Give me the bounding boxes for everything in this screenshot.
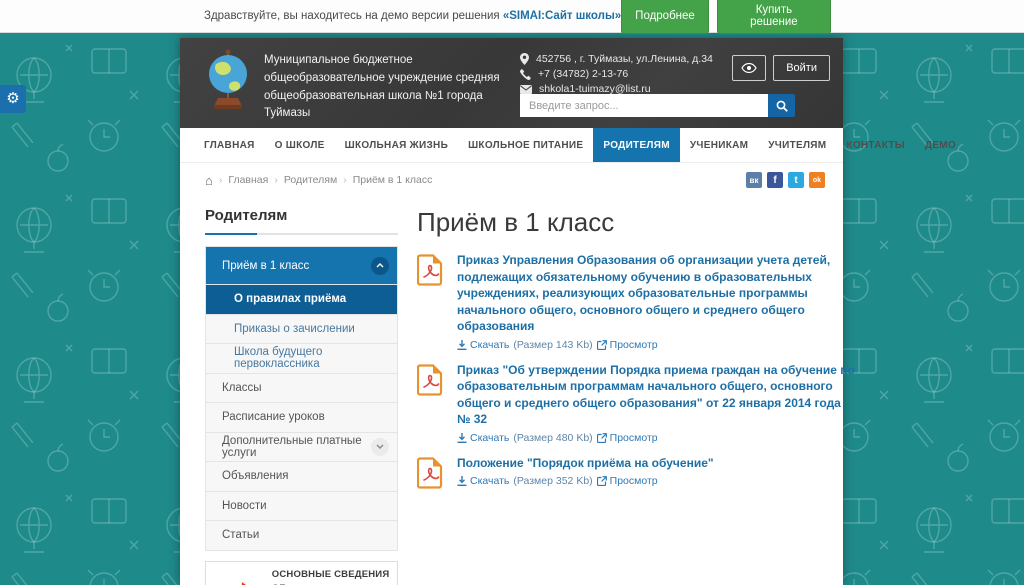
buy-button[interactable]: Купить решение	[717, 0, 831, 34]
sidebar-item-obyavleniya[interactable]: Объявления	[206, 462, 397, 492]
map-pin-icon	[520, 53, 529, 65]
email-icon	[520, 85, 532, 94]
view-link[interactable]: Просмотр	[597, 432, 658, 444]
search-icon	[776, 100, 788, 112]
breadcrumb-glavnaya[interactable]: Главная	[228, 174, 268, 186]
red-arrow-icon	[214, 581, 262, 585]
sidebar-item-prikazy-o-zachislenii[interactable]: Приказы о зачислении	[206, 315, 397, 345]
sidebar-item-dop-platnye-uslugi[interactable]: Дополнительные платные услуги	[206, 433, 397, 463]
vk-icon[interactable]: вк	[746, 172, 762, 188]
sidebar-title: Родителям	[205, 207, 398, 224]
external-link-icon	[597, 433, 607, 443]
content-area: ⌂ › Главная › Родителям › Приём в 1 клас…	[180, 163, 843, 585]
demo-greeting: Здравствуйте, вы находитесь на демо верс…	[204, 10, 621, 22]
document-size: (Размер 352 Kb)	[513, 475, 592, 487]
document-title[interactable]: Приказ Управления Образования об организ…	[457, 252, 857, 335]
download-icon	[457, 433, 467, 443]
school-address: 452756 , г. Туймазы, ул.Ленина, д.34	[536, 53, 713, 65]
school-phone: +7 (34782) 2-13-76	[538, 68, 628, 80]
twitter-icon[interactable]: t	[788, 172, 804, 188]
document-item: Положение "Порядок приёма на обучение" С…	[417, 455, 857, 494]
school-logo-globe[interactable]	[204, 48, 252, 115]
search-button[interactable]	[768, 94, 795, 117]
more-button[interactable]: Подробнее	[621, 0, 709, 34]
login-button[interactable]: Войти	[773, 55, 830, 81]
download-link[interactable]: Скачать	[457, 432, 509, 444]
sidebar-item-priem-v-1-klass[interactable]: Приём в 1 класс	[206, 247, 397, 285]
document-size: (Размер 480 Kb)	[513, 432, 592, 444]
phone-icon	[520, 69, 531, 80]
nav-item-demo[interactable]: ДЕМО	[915, 128, 966, 162]
settings-gear-button[interactable]: ⚙	[0, 85, 26, 113]
org-info-banner-text: ОСНОВНЫЕ СВЕДЕНИЯ ОБ ОБРАЗОВАТЕЛЬНОЙ ОРГ…	[272, 568, 391, 585]
nav-item-uchenikam[interactable]: УЧЕНИКАМ	[680, 128, 758, 162]
document-item: Приказ "Об утверждении Порядка приема гр…	[417, 362, 857, 444]
pdf-file-icon	[417, 254, 443, 351]
sidebar-title-rule	[205, 233, 398, 235]
sidebar: Родителям Приём в 1 класс О правилах при…	[205, 197, 398, 585]
sidebar-item-shkola-pervoklassnika[interactable]: Школа будущего первоклассника	[206, 344, 397, 374]
external-link-icon	[597, 476, 607, 486]
pdf-file-icon	[417, 364, 443, 444]
sidebar-item-klassy[interactable]: Классы	[206, 374, 397, 404]
search-input[interactable]	[520, 94, 768, 117]
site-header: Муниципальное бюджетное общеобразователь…	[180, 38, 843, 128]
view-link[interactable]: Просмотр	[597, 475, 658, 487]
download-icon	[457, 476, 467, 486]
main-content: Приём в 1 класс Приказ	[398, 197, 857, 585]
accessibility-version-button[interactable]	[732, 55, 766, 81]
home-icon[interactable]: ⌂	[205, 174, 213, 187]
nav-item-shkolnaya-zhizn[interactable]: ШКОЛЬНАЯ ЖИЗНЬ	[335, 128, 458, 162]
page: Здравствуйте, вы находитесь на демо верс…	[0, 0, 1024, 585]
social-share: вк f t ok	[746, 172, 825, 188]
breadcrumb-current: Приём в 1 класс	[353, 174, 433, 186]
breadcrumb: ⌂ › Главная › Родителям › Приём в 1 клас…	[205, 174, 432, 187]
document-size: (Размер 143 Kb)	[513, 339, 592, 351]
download-link[interactable]: Скачать	[457, 475, 509, 487]
sidebar-item-stati[interactable]: Статьи	[206, 521, 397, 551]
product-link[interactable]: «SIMAI:Сайт школы»	[503, 10, 621, 22]
school-name: Муниципальное бюджетное общеобразователь…	[264, 52, 514, 123]
chevron-down-icon[interactable]	[371, 438, 389, 456]
demo-greeting-text: Здравствуйте, вы находитесь на демо верс…	[204, 10, 500, 22]
external-link-icon	[597, 340, 607, 350]
gear-icon: ⚙	[6, 90, 19, 107]
site-column: Муниципальное бюджетное общеобразователь…	[180, 38, 843, 585]
document-list: Приказ Управления Образования об организ…	[417, 252, 857, 494]
search-bar	[520, 94, 795, 117]
sidebar-menu: Приём в 1 класс О правилах приёма Приказ…	[205, 246, 398, 551]
nav-item-uchitelyam[interactable]: УЧИТЕЛЯМ	[758, 128, 836, 162]
demo-notice-bar: Здравствуйте, вы находитесь на демо верс…	[0, 0, 1024, 33]
document-item: Приказ Управления Образования об организ…	[417, 252, 857, 351]
page-title: Приём в 1 класс	[417, 207, 857, 238]
org-info-banner[interactable]: ОСНОВНЫЕ СВЕДЕНИЯ ОБ ОБРАЗОВАТЕЛЬНОЙ ОРГ…	[205, 561, 398, 585]
nav-item-o-shkole[interactable]: О ШКОЛЕ	[265, 128, 335, 162]
sidebar-item-raspisanie-urokov[interactable]: Расписание уроков	[206, 403, 397, 433]
facebook-icon[interactable]: f	[767, 172, 783, 188]
header-contacts: 452756 , г. Туймазы, ул.Ленина, д.34 +7 …	[520, 53, 713, 98]
view-link[interactable]: Просмотр	[597, 339, 658, 351]
nav-item-roditelyam[interactable]: РОДИТЕЛЯМ	[593, 128, 680, 162]
sidebar-item-novosti[interactable]: Новости	[206, 492, 397, 522]
nav-item-kontakty[interactable]: КОНТАКТЫ	[836, 128, 914, 162]
document-title[interactable]: Положение "Порядок приёма на обучение"	[457, 455, 857, 472]
nav-item-glavnaya[interactable]: ГЛАВНАЯ	[194, 128, 265, 162]
chevron-up-icon[interactable]	[371, 257, 389, 275]
download-link[interactable]: Скачать	[457, 339, 509, 351]
document-title[interactable]: Приказ "Об утверждении Порядка приема гр…	[457, 362, 857, 428]
pdf-file-icon	[417, 457, 443, 494]
eye-icon	[741, 63, 757, 73]
sidebar-item-o-pravilah-priema[interactable]: О правилах приёма	[206, 285, 397, 315]
odnoklassniki-icon[interactable]: ok	[809, 172, 825, 188]
nav-item-shkolnoe-pitanie[interactable]: ШКОЛЬНОЕ ПИТАНИЕ	[458, 128, 593, 162]
download-icon	[457, 340, 467, 350]
breadcrumb-roditelyam[interactable]: Родителям	[284, 174, 337, 186]
main-nav: ГЛАВНАЯ О ШКОЛЕ ШКОЛЬНАЯ ЖИЗНЬ ШКОЛЬНОЕ …	[180, 128, 843, 163]
